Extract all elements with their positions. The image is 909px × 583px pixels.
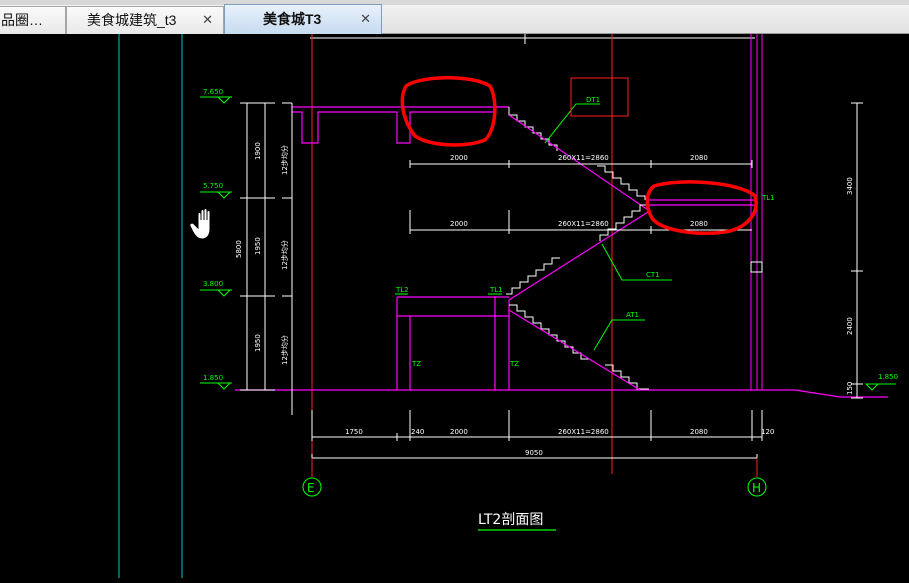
vertical-dimension: 2400 [846,317,854,335]
dimension-text: 2080 [690,220,708,228]
top-landing [292,106,509,144]
member-label: CT1 [646,271,660,279]
close-tab-icon[interactable]: ✕ [202,7,213,33]
member-label: TZ [509,360,519,368]
hand-grab-icon [189,208,211,240]
upper-flight-slab [508,114,649,211]
elevation-label: 1.850 [878,373,898,381]
grid-lines [118,34,183,578]
dimension-text: 240 [411,428,424,436]
vertical-dimension: 150 [846,382,854,395]
vertical-dimension: 5800 [235,240,243,258]
right-dimension-chain [851,102,863,399]
dimension-text: 1750 [345,428,363,436]
step-note: 12步均分 [280,335,289,365]
dimension-text: 260X11=2860 [558,154,609,162]
middle-flight [506,204,648,295]
member-label: TL1 [489,286,503,294]
lower-landing [396,296,510,390]
axis-lines [311,34,613,474]
dimension-text: 260X11=2860 [558,220,609,228]
tab-label: 美食城建筑_t3 [87,12,177,28]
member-label: TL2 [395,286,409,294]
middle-landing [648,199,757,206]
member-label: TL1 [761,194,775,202]
dimension-text: 2080 [690,428,708,436]
elevation-label: 7.650 [203,88,223,96]
dimension-text: 2080 [690,154,708,162]
member-label: AT1 [626,311,639,319]
tab-bar-top-strip [0,0,909,5]
dimension-text: 120 [761,428,774,436]
dimension-text: 260X11=2860 [558,428,609,436]
drawing-title: LT2剖面图 [478,512,543,528]
elevation-label: 1.850 [203,374,223,382]
tab-document-3-active[interactable]: 美食城T3 ✕ [224,4,382,34]
elevation-label: 3.800 [203,280,223,288]
document-tab-bar: 品圈… 美食城建筑_t3 ✕ 美食城T3 ✕ [0,0,909,34]
tab-label: 品圈… [1,12,43,28]
lower-flight-slab [508,309,641,391]
vertical-dimension: 1900 [254,142,262,160]
tab-document-2[interactable]: 美食城建筑_t3 ✕ [66,6,224,34]
tab-label: 美食城T3 [263,11,322,27]
step-note: 12步均分 [280,240,289,270]
tab-document-1[interactable]: 品圈… [0,6,66,34]
member-label: TZ [411,360,421,368]
elevation-label: 5.750 [203,182,223,190]
axis-label: E [307,481,315,495]
axis-bubbles: E H [302,458,767,497]
dimension-text: 2000 [450,154,468,162]
dimension-text: 2000 [450,220,468,228]
floor-line [235,389,888,398]
vertical-dimension: 1950 [254,334,262,352]
dimension-text: 2000 [450,428,468,436]
step-note: 12步均分 [280,145,289,175]
total-dimension: 9050 [525,449,543,457]
close-tab-icon[interactable]: ✕ [360,5,371,33]
highlight-ellipse-top [400,76,497,147]
axis-label: H [752,481,761,495]
cad-drawing-canvas[interactable]: 7.650 5.750 3.800 1.850 1.850 1900 1950 … [0,34,909,578]
member-label: DT1 [586,96,600,104]
vertical-dimension: 3400 [846,177,854,195]
vertical-dimension: 1950 [254,237,262,255]
